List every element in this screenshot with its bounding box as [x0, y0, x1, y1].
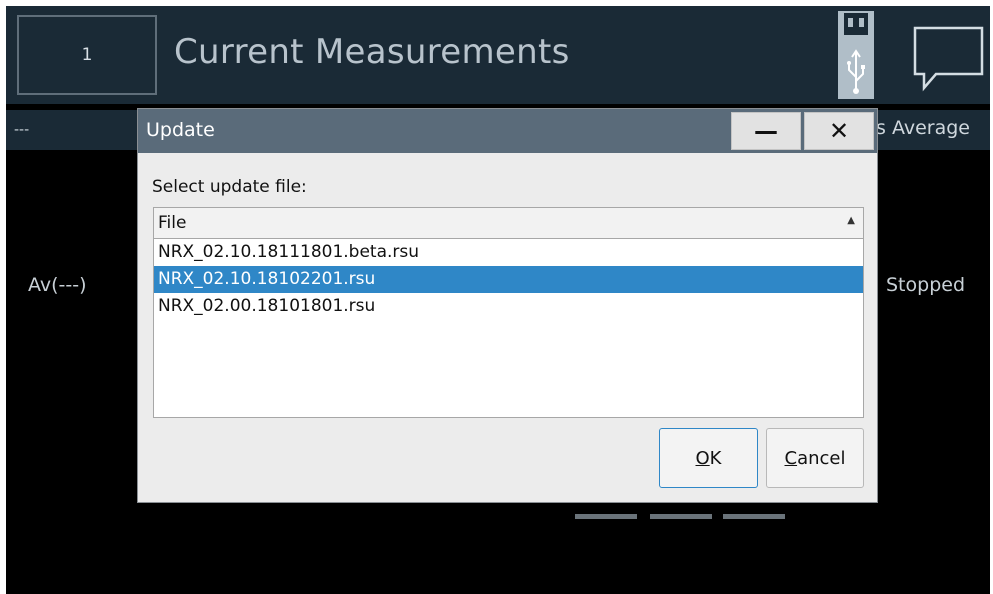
update-dialog: Update — ✕ Select update file: File ▲ NR… [137, 108, 878, 503]
close-button[interactable]: ✕ [804, 112, 874, 150]
close-icon: ✕ [828, 117, 850, 145]
dialog-title: Update [146, 119, 215, 141]
message-button[interactable] [902, 6, 990, 104]
file-row-selected[interactable]: NRX_02.10.18102201.rsu [154, 266, 863, 293]
app-frame: 1 Current Measurements --- s Average Av(… [6, 6, 990, 594]
minimize-button[interactable]: — [731, 112, 801, 150]
minimize-icon: — [754, 117, 778, 145]
cancel-mnemonic: C [784, 447, 798, 469]
average-label: s Average [876, 117, 970, 139]
indicator-bar-1 [575, 514, 637, 519]
av-label: Av(---) [28, 274, 87, 296]
page-title: Current Measurements [174, 32, 570, 72]
cancel-button[interactable]: Cancel [766, 428, 864, 488]
sort-ascending-icon: ▲ [847, 215, 855, 226]
message-icon [913, 26, 984, 92]
indicator-bar-3 [723, 514, 785, 519]
select-file-label: Select update file: [152, 177, 307, 197]
status-stopped: Stopped [886, 274, 966, 296]
channel-value: --- [14, 122, 30, 138]
cancel-button-label: Cancel [785, 448, 846, 469]
ok-button[interactable]: OK [659, 428, 758, 488]
usb-button[interactable] [830, 6, 882, 104]
ok-button-label: OK [696, 448, 722, 469]
usb-icon [838, 11, 874, 99]
indicator-bar-2 [650, 514, 712, 519]
header-bar: 1 Current Measurements [6, 6, 990, 104]
file-row[interactable]: NRX_02.10.18111801.beta.rsu [154, 239, 863, 266]
file-column-header[interactable]: File ▲ [154, 208, 863, 239]
ok-label-rest: K [709, 447, 722, 469]
dialog-titlebar[interactable]: Update — ✕ [138, 109, 877, 153]
file-list[interactable]: File ▲ NRX_02.10.18111801.beta.rsu NRX_0… [153, 207, 864, 418]
column-header-label: File [158, 213, 187, 233]
file-row[interactable]: NRX_02.00.18101801.rsu [154, 293, 863, 320]
channel-button[interactable]: 1 [17, 15, 157, 95]
channel-number: 1 [81, 45, 93, 65]
ok-mnemonic: O [695, 447, 710, 469]
cancel-label-rest: ancel [797, 447, 846, 469]
